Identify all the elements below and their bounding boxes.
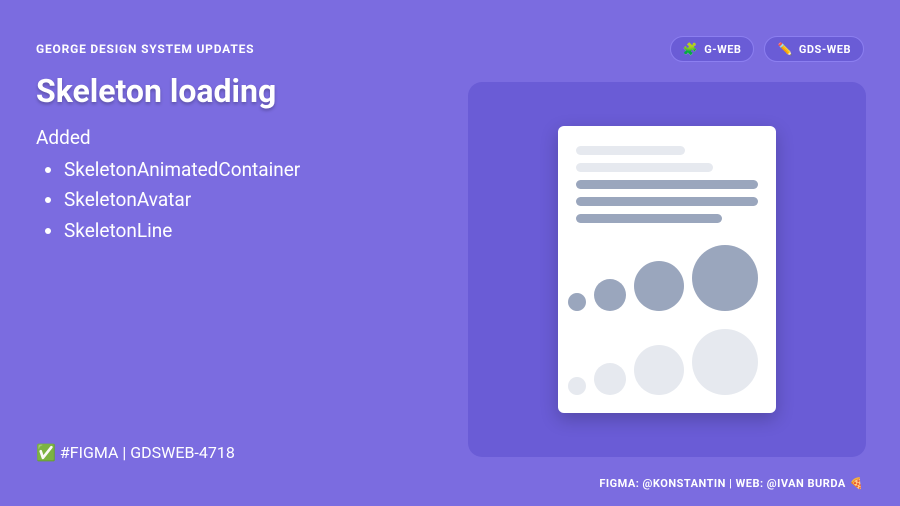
pill-g-web[interactable]: 🧩 G-WEB: [670, 36, 755, 62]
skeleton-avatar: [692, 245, 758, 311]
skeleton-avatar-row: [576, 329, 758, 395]
check-icon: ✅: [36, 443, 56, 462]
footer-left: ✅ #FIGMA | GDSWEB-4718: [36, 443, 235, 462]
pill-group: 🧩 G-WEB ✏️ GDS-WEB: [670, 36, 864, 62]
footer-right: FIGMA: @KONSTANTIN | WEB: @IVAN BURDA 🍕: [599, 477, 864, 490]
skeleton-line: [576, 146, 685, 155]
footer-left-text: #FIGMA | GDSWEB-4718: [60, 443, 235, 462]
skeleton-avatar-row: [576, 245, 758, 311]
skeleton-avatar: [568, 377, 586, 395]
slide: GEORGE DESIGN SYSTEM UPDATES 🧩 G-WEB ✏️ …: [0, 0, 900, 506]
kicker: GEORGE DESIGN SYSTEM UPDATES: [36, 42, 254, 56]
skeleton-line: [576, 214, 722, 223]
pill-gds-web[interactable]: ✏️ GDS-WEB: [764, 36, 864, 62]
skeleton-avatar: [634, 261, 684, 311]
footer-right-text: FIGMA: @KONSTANTIN | WEB: @IVAN BURDA: [599, 477, 845, 490]
pizza-icon: 🍕: [850, 477, 864, 490]
pill-label: G-WEB: [704, 43, 741, 56]
skeleton-line: [576, 180, 758, 189]
header-row: GEORGE DESIGN SYSTEM UPDATES 🧩 G-WEB ✏️ …: [36, 36, 864, 62]
pencil-icon: ✏️: [777, 42, 792, 56]
skeleton-line: [576, 163, 713, 172]
skeleton-avatar: [634, 345, 684, 395]
skeleton-line: [576, 197, 758, 206]
skeleton-avatar: [568, 293, 586, 311]
illustration-panel: [468, 82, 866, 457]
skeleton-avatar: [594, 363, 626, 395]
puzzle-icon: 🧩: [683, 42, 698, 56]
pill-label: GDS-WEB: [799, 43, 851, 56]
skeleton-avatar: [594, 279, 626, 311]
skeleton-card: [558, 126, 776, 413]
skeleton-avatar: [692, 329, 758, 395]
